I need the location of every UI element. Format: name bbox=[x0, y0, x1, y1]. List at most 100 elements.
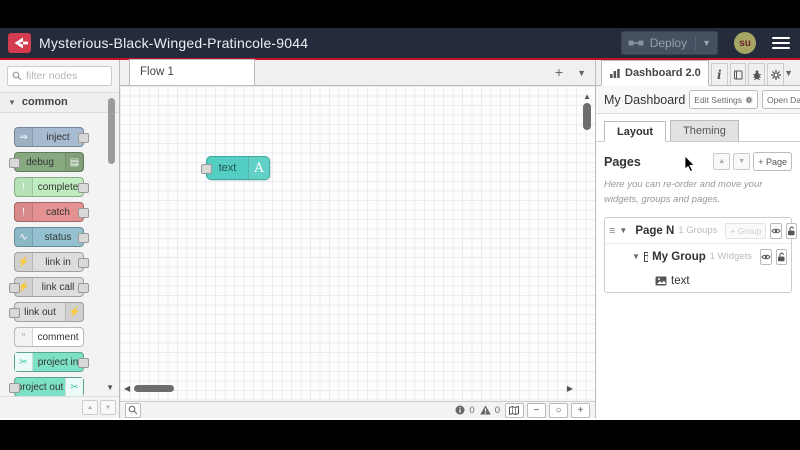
palette-scrollbar-thumb[interactable] bbox=[108, 98, 115, 164]
zoom-reset-button[interactable]: ○ bbox=[549, 402, 568, 418]
palette-node-catch[interactable]: ! catch bbox=[14, 202, 89, 222]
flow-node-label: text bbox=[218, 162, 237, 174]
edit-settings-button[interactable]: Edit Settings bbox=[689, 90, 759, 109]
app-logo-icon bbox=[8, 33, 31, 53]
info-icon: i bbox=[716, 67, 722, 82]
node-input-port[interactable] bbox=[201, 164, 212, 174]
deploy-icon bbox=[628, 38, 644, 48]
palette-node-inject[interactable]: ⇒ inject bbox=[14, 127, 89, 147]
palette-node-project-out[interactable]: ✂ project out bbox=[9, 377, 84, 397]
group-grid-icon bbox=[643, 251, 649, 262]
user-avatar[interactable]: su bbox=[734, 32, 756, 54]
page-lock-button[interactable] bbox=[786, 222, 798, 239]
toggle-navigator-button[interactable] bbox=[505, 402, 524, 418]
palette-category-common[interactable]: ▼ common bbox=[0, 92, 119, 113]
complete-icon: ! bbox=[15, 178, 33, 196]
tab-help[interactable] bbox=[729, 63, 747, 85]
palette-node-status[interactable]: ∿ status bbox=[14, 227, 89, 247]
group-lock-button[interactable] bbox=[776, 248, 787, 265]
drag-handle-icon[interactable]: ≡ bbox=[609, 225, 615, 237]
flow-node-text[interactable]: text A bbox=[201, 156, 270, 180]
palette-node-comment[interactable]: “ comment bbox=[14, 327, 84, 347]
zoom-out-button[interactable]: − bbox=[527, 402, 546, 418]
flow-list-caret-icon[interactable]: ▼ bbox=[577, 68, 586, 78]
palette-node-label: link out bbox=[24, 306, 56, 318]
sidebar-tabs-caret-icon[interactable]: ▼ bbox=[784, 68, 793, 78]
sidebar-active-tab-label: Dashboard 2.0 bbox=[625, 67, 701, 79]
node-input-port bbox=[9, 308, 20, 318]
project-out-icon: ✂ bbox=[65, 378, 83, 396]
map-icon bbox=[509, 405, 519, 415]
tab-flow-1[interactable]: Flow 1 bbox=[129, 59, 255, 85]
deploy-label: Deploy bbox=[649, 36, 688, 50]
error-count-icon bbox=[455, 405, 465, 415]
palette-collapse-all-button[interactable]: ▲ bbox=[82, 400, 98, 415]
workspace-footer: 0 0 − ○ + bbox=[120, 401, 595, 418]
open-dashboard-button[interactable]: Open Dashboard bbox=[762, 90, 800, 109]
canvas-hscrollbar-thumb[interactable] bbox=[134, 385, 174, 392]
group-visibility-button[interactable] bbox=[760, 248, 772, 265]
node-input-port bbox=[9, 158, 20, 168]
tree-row-page[interactable]: ≡ ▼ Page N 1 Groups + Group bbox=[605, 218, 798, 245]
flow-canvas[interactable]: text A ▲ ◀ ▶ bbox=[120, 86, 595, 401]
zoom-in-button[interactable]: + bbox=[571, 402, 590, 418]
tree-row-group[interactable]: ▼ My Group 1 Widgets bbox=[605, 244, 791, 269]
tab-debug[interactable] bbox=[748, 63, 766, 85]
canvas-scroll-up-icon[interactable]: ▲ bbox=[583, 92, 591, 101]
chevron-down-icon[interactable]: ▼ bbox=[619, 226, 627, 235]
deploy-button[interactable]: Deploy ▼ bbox=[620, 31, 718, 55]
node-output-port bbox=[78, 208, 89, 218]
search-icon bbox=[12, 71, 22, 81]
image-widget-icon bbox=[655, 276, 667, 286]
tab-layout[interactable]: Layout bbox=[604, 121, 667, 142]
canvas-search-button[interactable] bbox=[125, 402, 141, 418]
canvas-scroll-left-icon[interactable]: ◀ bbox=[124, 384, 130, 393]
palette-node-debug[interactable]: ▤ debug bbox=[9, 152, 84, 172]
tab-theming[interactable]: Theming bbox=[670, 120, 739, 141]
palette-node-label: status bbox=[44, 231, 72, 243]
dashboard-title: My Dashboard bbox=[604, 92, 686, 107]
layout-tree: ≡ ▼ Page N 1 Groups + Group ▼ My Group 1… bbox=[604, 217, 798, 294]
tab-info[interactable]: i bbox=[710, 63, 728, 85]
canvas-vscrollbar-thumb[interactable] bbox=[583, 103, 591, 130]
bug-icon bbox=[752, 69, 762, 80]
node-output-port bbox=[78, 233, 89, 243]
palette-node-link-call[interactable]: ⚡ link call bbox=[9, 277, 89, 297]
palette-expand-all-button[interactable]: ▼ bbox=[100, 400, 116, 415]
canvas-scroll-right-icon[interactable]: ▶ bbox=[567, 384, 573, 393]
tab-config[interactable] bbox=[767, 63, 785, 85]
pages-header: Pages ▲ ▼ + Page bbox=[604, 152, 792, 171]
comment-icon: “ bbox=[15, 328, 33, 346]
node-input-port bbox=[9, 383, 20, 393]
workspace: Flow 1 + ▼ text A ▲ ◀ ▶ 0 0 − ○ + bbox=[120, 59, 595, 418]
tree-row-widget-text[interactable]: text bbox=[605, 269, 791, 292]
filter-nodes-input[interactable] bbox=[7, 66, 112, 86]
add-page-button[interactable]: + Page bbox=[753, 152, 792, 171]
chevron-down-icon[interactable]: ▼ bbox=[632, 252, 640, 261]
project-title: Mysterious-Black-Winged-Pratincole-9044 bbox=[39, 35, 309, 51]
page-visibility-button[interactable] bbox=[770, 222, 783, 239]
pages-description: Here you can re-order and move your widg… bbox=[604, 179, 763, 205]
palette-node-label: debug bbox=[26, 156, 54, 168]
page-meta: 1 Groups bbox=[678, 225, 718, 237]
add-group-button[interactable]: + Group bbox=[725, 222, 767, 239]
palette-node-link-in[interactable]: ⚡ link in bbox=[14, 252, 89, 272]
node-output-port bbox=[78, 358, 89, 368]
palette-node-complete[interactable]: ! complete bbox=[14, 177, 89, 197]
group-meta: 1 Widgets bbox=[709, 251, 752, 263]
tab-dashboard-2[interactable]: Dashboard 2.0 bbox=[601, 60, 709, 86]
eye-icon bbox=[761, 254, 771, 260]
deploy-options-caret-icon[interactable]: ▼ bbox=[702, 38, 711, 48]
move-page-down-button[interactable]: ▼ bbox=[733, 153, 751, 170]
add-flow-button[interactable]: + bbox=[555, 65, 563, 79]
palette-node-link-out[interactable]: ⚡ link out bbox=[9, 302, 84, 322]
palette-scroll-down-icon[interactable]: ▼ bbox=[106, 383, 114, 392]
main-menu-button[interactable] bbox=[772, 36, 790, 50]
book-icon bbox=[734, 70, 743, 79]
move-page-up-button[interactable]: ▲ bbox=[713, 153, 731, 170]
palette-node-project-in[interactable]: ✂ project in bbox=[14, 352, 89, 372]
inject-icon: ⇒ bbox=[15, 128, 33, 146]
text-widget-icon: A bbox=[248, 157, 269, 179]
node-input-port bbox=[9, 283, 20, 293]
gear-icon bbox=[745, 96, 753, 103]
